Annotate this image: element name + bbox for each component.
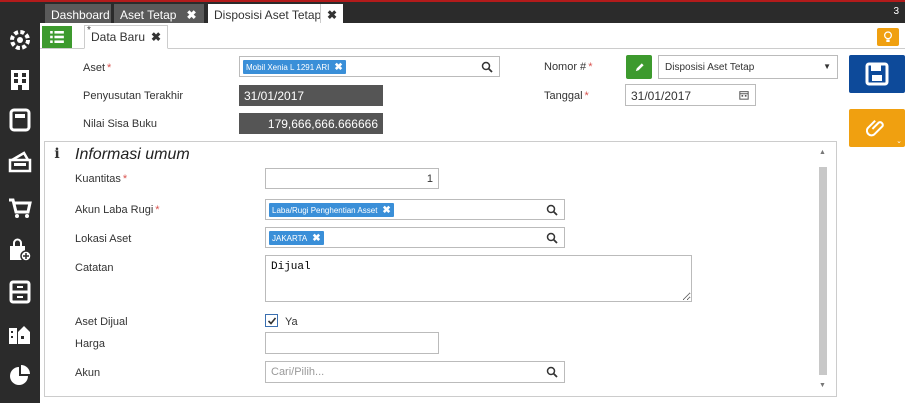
akun-laba-rugi-input[interactable]: Laba/Rugi Penghentian Asset ✖	[265, 199, 565, 220]
penyusutan-field: 31/01/2017	[239, 85, 383, 106]
panel-title: Informasi umum	[75, 146, 190, 163]
scrollbar-thumb[interactable]	[819, 167, 827, 375]
select-value: Disposisi Aset Tetap	[665, 61, 755, 73]
sidebar	[0, 0, 40, 403]
penyusutan-label: Penyusutan Terakhir	[83, 90, 184, 102]
kuantitas-label: Kuantitas *	[75, 173, 128, 185]
aset-dijual-checkbox[interactable]	[265, 314, 278, 327]
akun-laba-chip[interactable]: Laba/Rugi Penghentian Asset ✖	[269, 203, 394, 217]
tab-close-button[interactable]: ✖	[320, 4, 343, 25]
caret-down-icon: ▼	[823, 62, 831, 71]
tab-count-badge: 3	[893, 6, 899, 17]
close-icon[interactable]: ✖	[327, 8, 337, 22]
harga-input[interactable]	[265, 332, 439, 354]
check-icon	[267, 316, 276, 325]
akun-input[interactable]: Cari/Pilih...	[265, 361, 565, 383]
money-icon[interactable]	[6, 148, 34, 176]
tab-label: Dashboard	[51, 7, 110, 22]
aset-chip[interactable]: Mobil Xenia L 1291 ARI ✖	[243, 60, 346, 74]
aset-dijual-label: Aset Dijual	[75, 316, 128, 328]
doc-tab-data-baru[interactable]: * Data Baru ✖	[84, 25, 169, 49]
settings-icon[interactable]	[6, 26, 34, 54]
tab-aset-tetap[interactable]: Aset Tetap ✖	[114, 4, 204, 25]
caret-down-icon: ⌄	[896, 138, 902, 145]
city-icon[interactable]	[6, 320, 34, 348]
building-icon[interactable]	[6, 66, 34, 94]
akun-laba-rugi-label: Akun Laba Rugi *	[75, 204, 160, 216]
tab-label: Disposisi Aset Tetap	[214, 7, 322, 22]
aset-input[interactable]: Mobil Xenia L 1291 ARI ✖	[239, 56, 500, 77]
unsaved-marker: *	[87, 25, 91, 36]
akun-placeholder: Cari/Pilih...	[271, 366, 325, 378]
archive-icon[interactable]	[6, 278, 34, 306]
doc-tab-label: Data Baru	[91, 30, 146, 44]
document-bar: * Data Baru ✖	[40, 23, 905, 49]
lokasi-aset-label: Lokasi Aset	[75, 233, 132, 245]
search-icon[interactable]	[546, 204, 558, 216]
panel-scrollbar[interactable]: ▲ ▼	[819, 147, 827, 389]
remove-icon[interactable]: ✖	[312, 233, 320, 244]
cart-icon[interactable]	[6, 194, 34, 222]
catatan-label: Catatan	[75, 262, 114, 274]
catatan-textarea[interactable]: Dijual	[265, 255, 692, 302]
tanggal-label: Tanggal *	[544, 90, 589, 102]
attachment-button[interactable]: ⌄	[849, 109, 905, 147]
pie-chart-icon[interactable]	[6, 362, 34, 390]
search-icon[interactable]	[481, 61, 493, 73]
edit-number-button[interactable]	[626, 55, 652, 79]
lightbulb-icon	[884, 31, 892, 42]
tab-label: Aset Tetap	[120, 7, 177, 22]
nilai-sisa-field: 179,666,666.666666	[239, 113, 383, 134]
aset-label: Aset *	[83, 62, 112, 74]
calendar-icon[interactable]	[739, 90, 749, 100]
list-view-button[interactable]	[42, 26, 72, 48]
lokasi-chip[interactable]: JAKARTA ✖	[269, 231, 324, 245]
lokasi-aset-input[interactable]: JAKARTA ✖	[265, 227, 565, 248]
nomor-label: Nomor # *	[544, 61, 593, 73]
save-icon	[865, 62, 889, 86]
remove-icon[interactable]: ✖	[382, 205, 390, 216]
aset-dijual-option-label: Ya	[285, 316, 298, 328]
kuantitas-input[interactable]: 1	[265, 168, 439, 189]
paperclip-icon	[866, 119, 884, 137]
tanggal-input[interactable]: 31/01/2017	[625, 84, 756, 106]
nilai-sisa-label: Nilai Sisa Buku	[83, 118, 157, 130]
search-icon[interactable]	[546, 232, 558, 244]
calculator-icon[interactable]	[6, 106, 34, 134]
scroll-up-icon[interactable]: ▲	[819, 149, 826, 156]
close-icon[interactable]: ✖	[151, 30, 161, 44]
shopping-bag-icon[interactable]	[6, 236, 34, 264]
save-button[interactable]	[849, 55, 905, 93]
remove-icon[interactable]: ✖	[334, 62, 342, 73]
scroll-down-icon[interactable]: ▼	[819, 382, 826, 389]
close-icon[interactable]: ✖	[186, 8, 196, 22]
pencil-icon	[635, 62, 644, 71]
harga-label: Harga	[75, 338, 105, 350]
search-icon[interactable]	[546, 366, 558, 378]
info-icon: i	[54, 146, 60, 162]
tab-bar: Dashboard Aset Tetap ✖ Disposisi Aset Te…	[40, 0, 905, 25]
akun-label: Akun	[75, 367, 101, 379]
tab-dashboard[interactable]: Dashboard	[45, 4, 111, 25]
lightbulb-button[interactable]	[877, 28, 899, 46]
nomor-type-select[interactable]: Disposisi Aset Tetap ▼	[658, 55, 838, 79]
list-icon	[50, 31, 64, 43]
